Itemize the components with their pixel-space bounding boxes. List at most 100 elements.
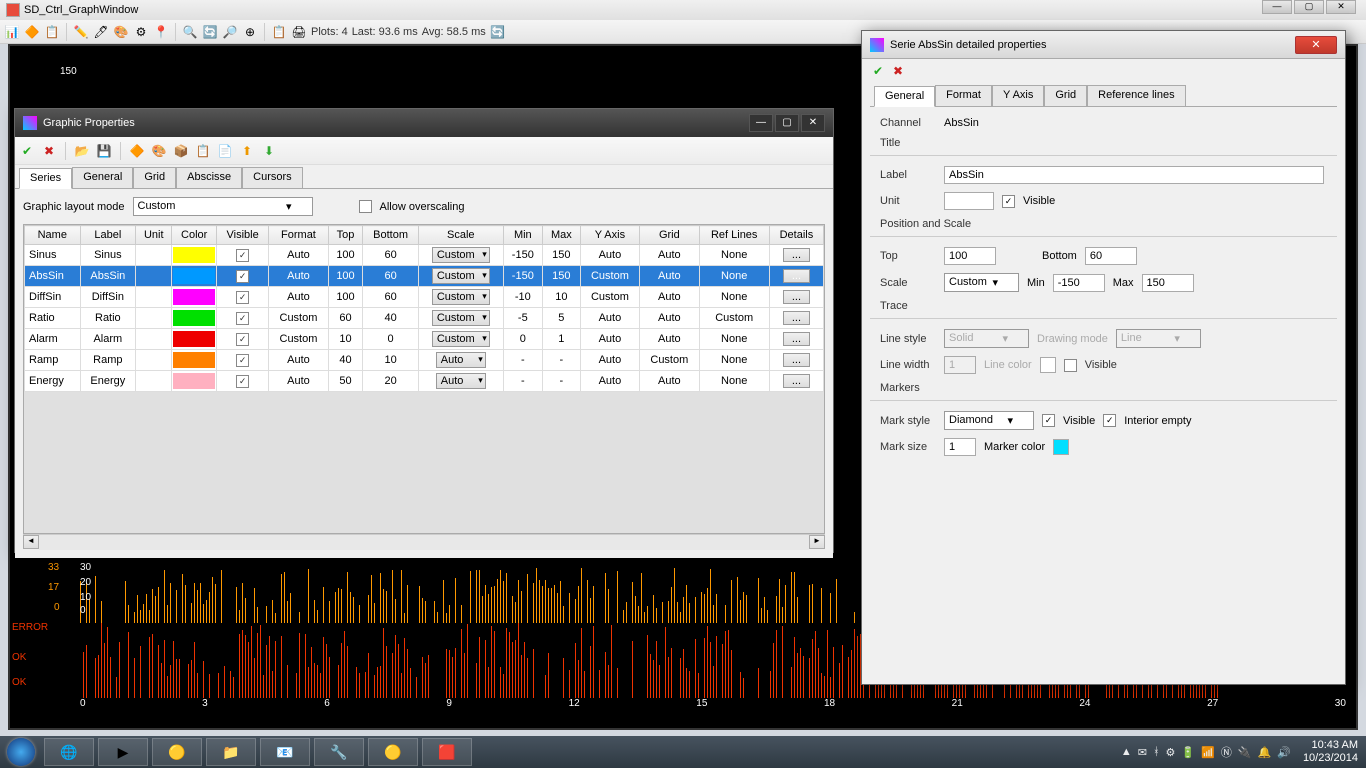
- yaxis-cell[interactable]: Auto: [580, 308, 639, 329]
- maximize-button[interactable]: ▢: [1294, 0, 1324, 14]
- checkbox-icon[interactable]: ✓: [236, 312, 249, 325]
- visible-cell[interactable]: ✓: [217, 350, 269, 371]
- details-cell[interactable]: ...: [769, 329, 823, 350]
- name-cell[interactable]: Energy: [25, 371, 81, 392]
- zoom-fit-icon[interactable]: ⊕: [242, 24, 258, 40]
- min-input[interactable]: [1053, 274, 1105, 292]
- color-cell[interactable]: [172, 329, 217, 350]
- column-header[interactable]: Format: [269, 226, 328, 245]
- bottom-cell[interactable]: 40: [363, 308, 419, 329]
- table-row[interactable]: AbsSinAbsSin✓Auto10060Custom-150150Custo…: [25, 266, 824, 287]
- trace-visible-checkbox[interactable]: [1064, 359, 1077, 372]
- unit-cell[interactable]: [136, 329, 172, 350]
- tray-icon[interactable]: 🔔: [1258, 746, 1272, 759]
- bottom-cell[interactable]: 20: [363, 371, 419, 392]
- task-ie[interactable]: 🌐: [44, 738, 94, 766]
- scale-dropdown[interactable]: Custom: [432, 331, 490, 347]
- yaxis-cell[interactable]: Custom: [580, 287, 639, 308]
- scroll-left-button[interactable]: ◄: [23, 535, 39, 549]
- tray-icon[interactable]: Ⓝ: [1221, 744, 1232, 760]
- details-cell[interactable]: ...: [769, 308, 823, 329]
- label-cell[interactable]: Ramp: [80, 350, 136, 371]
- cancel-icon[interactable]: ✖: [890, 63, 906, 79]
- tray-icon[interactable]: 🔋: [1181, 746, 1195, 759]
- max-cell[interactable]: -: [542, 350, 580, 371]
- scale-dropdown[interactable]: Custom: [432, 289, 490, 305]
- min-cell[interactable]: -150: [503, 245, 542, 266]
- table-row[interactable]: AlarmAlarm✓Custom100Custom01AutoAutoNone…: [25, 329, 824, 350]
- details-button[interactable]: ...: [783, 311, 810, 325]
- unit-cell[interactable]: [136, 371, 172, 392]
- tab-abscisse[interactable]: Abscisse: [176, 167, 242, 188]
- details-cell[interactable]: ...: [769, 266, 823, 287]
- column-header[interactable]: Min: [503, 226, 542, 245]
- cancel-icon[interactable]: ✖: [41, 143, 57, 159]
- dialog-title-bar[interactable]: Graphic Properties — ▢ ✕: [15, 109, 833, 137]
- tool-icon[interactable]: 🔶: [24, 24, 40, 40]
- checkbox-icon[interactable]: ✓: [236, 291, 249, 304]
- max-cell[interactable]: 150: [542, 266, 580, 287]
- marker-color-swatch[interactable]: [1053, 439, 1069, 455]
- scale-select[interactable]: Custom▾: [944, 273, 1019, 292]
- tab-series[interactable]: Series: [19, 168, 72, 189]
- tool-icon[interactable]: 🎨: [113, 24, 129, 40]
- format-cell[interactable]: Auto: [269, 350, 328, 371]
- taskbar[interactable]: 🌐 ▶ 🟡 📁 📧 🔧 🟡 🟥 ▲ ✉ ᚼ ⚙ 🔋 📶 Ⓝ 🔌 🔔 🔊 10:4…: [0, 736, 1366, 768]
- min-cell[interactable]: -: [503, 350, 542, 371]
- maximize-button[interactable]: ▢: [775, 114, 799, 132]
- color-cell[interactable]: [172, 287, 217, 308]
- checkbox-icon[interactable]: ✓: [236, 333, 249, 346]
- column-header[interactable]: Color: [172, 226, 217, 245]
- details-button[interactable]: ...: [783, 332, 810, 346]
- unit-cell[interactable]: [136, 266, 172, 287]
- details-cell[interactable]: ...: [769, 245, 823, 266]
- scale-cell[interactable]: Custom: [418, 287, 503, 308]
- reflines-cell[interactable]: None: [699, 350, 769, 371]
- volume-icon[interactable]: 🔊: [1277, 746, 1291, 759]
- tab-format[interactable]: Format: [935, 85, 992, 106]
- grid-cell[interactable]: Auto: [640, 287, 699, 308]
- scale-cell[interactable]: Custom: [418, 308, 503, 329]
- unit-cell[interactable]: [136, 287, 172, 308]
- tool-icon[interactable]: 🔶: [129, 143, 145, 159]
- reflines-cell[interactable]: Custom: [699, 308, 769, 329]
- bottom-cell[interactable]: 0: [363, 329, 419, 350]
- details-button[interactable]: ...: [783, 353, 810, 367]
- details-button[interactable]: ...: [783, 374, 810, 388]
- table-row[interactable]: RampRamp✓Auto4010Auto--AutoCustomNone...: [25, 350, 824, 371]
- max-cell[interactable]: 150: [542, 245, 580, 266]
- tool-icon[interactable]: 📋: [195, 143, 211, 159]
- label-cell[interactable]: DiffSin: [80, 287, 136, 308]
- visible-cell[interactable]: ✓: [217, 245, 269, 266]
- format-cell[interactable]: Custom: [269, 308, 328, 329]
- scale-cell[interactable]: Custom: [418, 245, 503, 266]
- label-cell[interactable]: Energy: [80, 371, 136, 392]
- tool-icon[interactable]: 📊: [4, 24, 20, 40]
- save-icon[interactable]: 💾: [96, 143, 112, 159]
- min-cell[interactable]: -5: [503, 308, 542, 329]
- grid-cell[interactable]: Custom: [640, 350, 699, 371]
- top-input[interactable]: [944, 247, 996, 265]
- details-cell[interactable]: ...: [769, 371, 823, 392]
- clock[interactable]: 10:43 AM 10/23/2014: [1303, 739, 1358, 765]
- details-button[interactable]: ...: [783, 248, 810, 262]
- task-chrome[interactable]: 🟡: [152, 738, 202, 766]
- unit-input[interactable]: [944, 192, 994, 210]
- yaxis-cell[interactable]: Auto: [580, 329, 639, 350]
- max-cell[interactable]: 10: [542, 287, 580, 308]
- max-cell[interactable]: 5: [542, 308, 580, 329]
- top-cell[interactable]: 100: [328, 245, 363, 266]
- close-button[interactable]: ✕: [1326, 0, 1356, 14]
- task-app[interactable]: 🔧: [314, 738, 364, 766]
- horizontal-scrollbar[interactable]: ◄ ►: [23, 534, 825, 550]
- column-header[interactable]: Grid: [640, 226, 699, 245]
- scale-dropdown[interactable]: Custom: [432, 247, 490, 263]
- details-button[interactable]: ...: [783, 290, 810, 304]
- dialog-title-bar[interactable]: Serie AbsSin detailed properties ✕: [862, 31, 1345, 59]
- details-cell[interactable]: ...: [769, 287, 823, 308]
- interior-empty-checkbox[interactable]: ✓: [1103, 414, 1116, 427]
- visible-cell[interactable]: ✓: [217, 371, 269, 392]
- close-button[interactable]: ✕: [801, 114, 825, 132]
- tab-grid[interactable]: Grid: [133, 167, 176, 188]
- bottom-cell[interactable]: 10: [363, 350, 419, 371]
